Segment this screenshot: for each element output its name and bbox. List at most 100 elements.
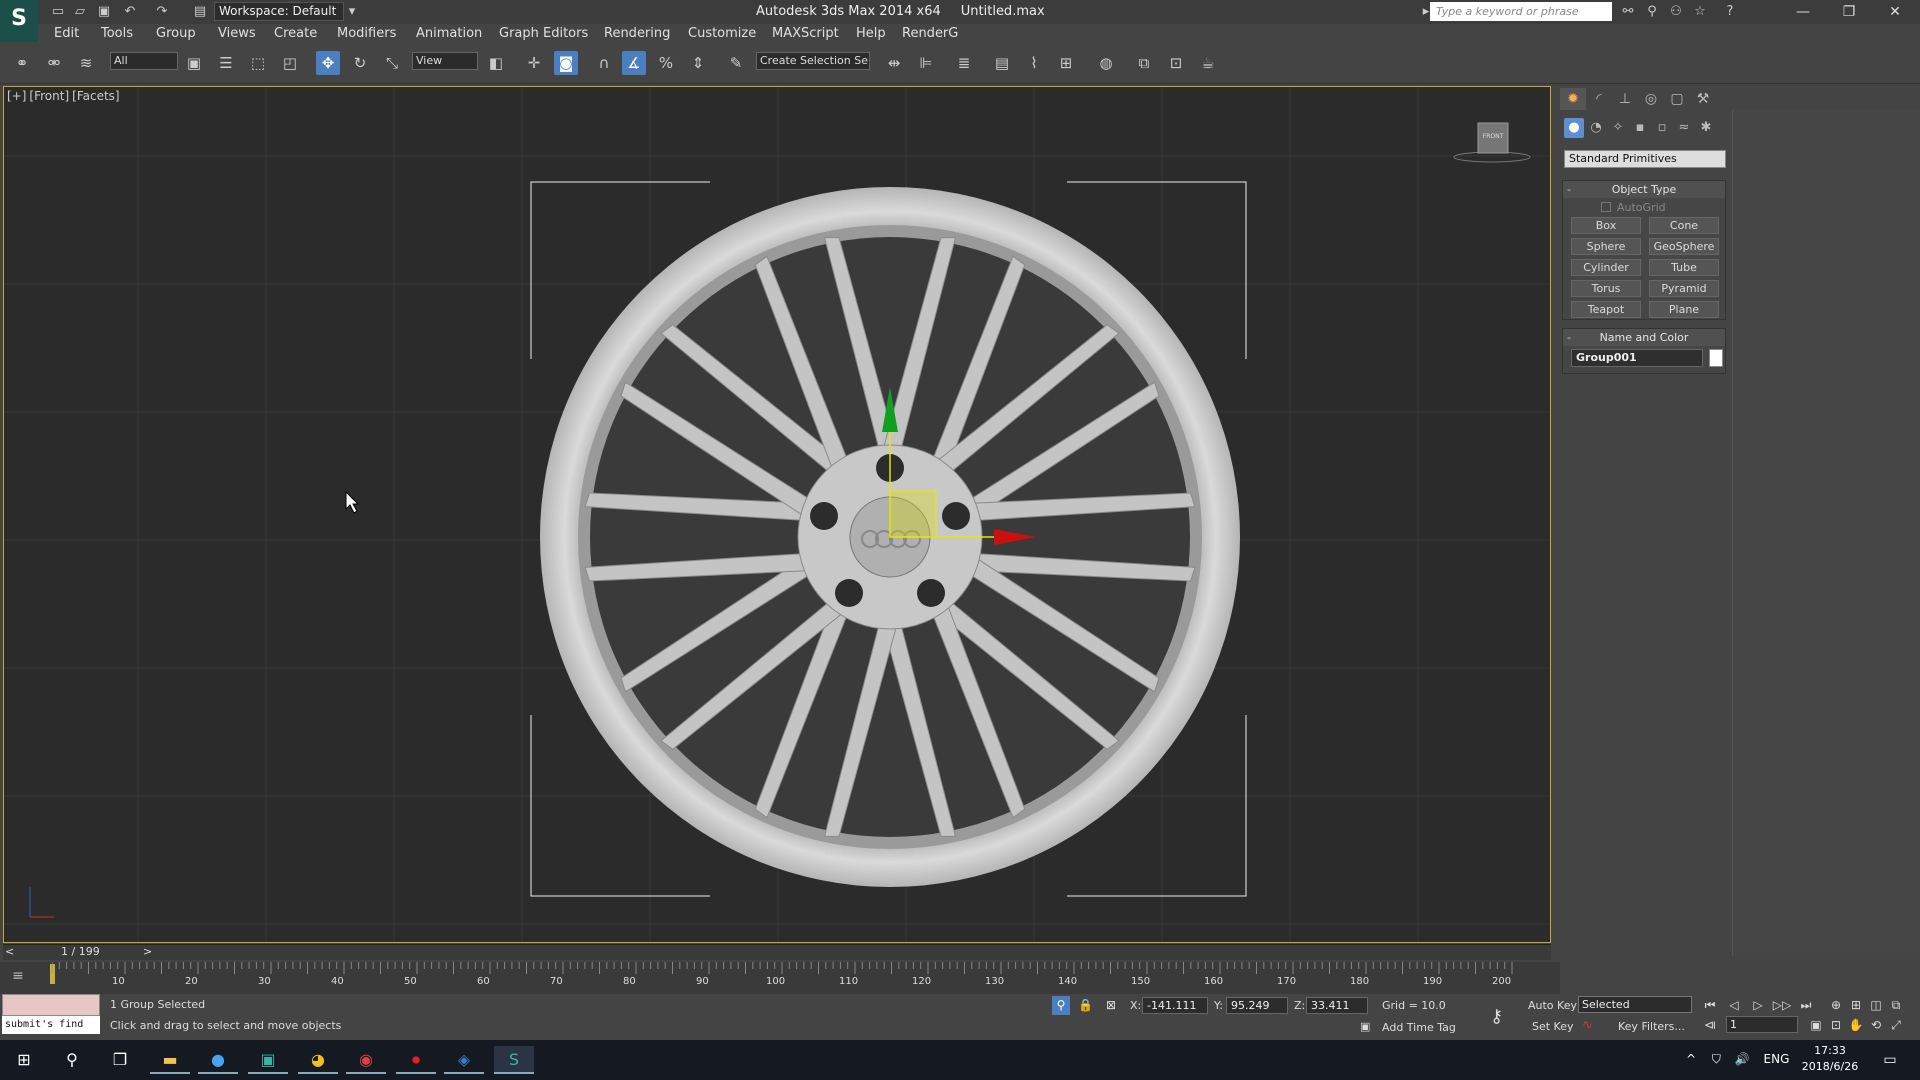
3ds-max-taskbar-icon[interactable]: S	[494, 1046, 534, 1074]
graphite-ribbon-icon[interactable]: ▤	[990, 51, 1014, 75]
time-slider-next[interactable]: >	[143, 945, 152, 958]
show-hidden-icons[interactable]: ^	[1686, 1052, 1696, 1066]
key-mode-toggle-icon[interactable]: ⧏	[1700, 1016, 1720, 1034]
manipulate-icon[interactable]: ✛	[522, 51, 546, 75]
file-explorer-icon[interactable]: ▬	[150, 1046, 190, 1074]
media-app-icon[interactable]: ◈	[444, 1046, 484, 1074]
workspace-dropdown[interactable]: Workspace: Default	[214, 2, 344, 21]
menu-tools[interactable]: Tools	[101, 26, 133, 41]
modify-tab-icon[interactable]: ◜	[1586, 88, 1612, 110]
communication-icon[interactable]: ⚇	[1666, 2, 1686, 22]
zoom-extents-icon[interactable]: ◫	[1866, 996, 1886, 1014]
pivot-center-icon[interactable]: ◧	[484, 51, 508, 75]
cylinder-button[interactable]: Cylinder	[1571, 259, 1641, 276]
selection-filter-dropdown[interactable]: All	[110, 52, 178, 70]
set-keys-icon[interactable]: ⚷	[1490, 1006, 1503, 1027]
menu-group[interactable]: Group	[156, 26, 196, 41]
space-warps-category-icon[interactable]: ≈	[1674, 118, 1694, 138]
named-selection-dropdown[interactable]: Create Selection Se	[756, 52, 870, 70]
zoom-icon[interactable]: ⊕	[1826, 996, 1846, 1014]
render-setup-icon[interactable]: ⧉	[1132, 51, 1156, 75]
menu-views[interactable]: Views	[218, 26, 256, 41]
name-and-color-header[interactable]: - Name and Color	[1563, 329, 1725, 346]
start-menu-icon[interactable]: ⊞	[4, 1046, 44, 1074]
subscription-icon[interactable]: ⚲	[1642, 2, 1662, 22]
sogou-browser-icon[interactable]: ●	[198, 1046, 238, 1074]
maxscript-listener-output[interactable]	[2, 994, 100, 1016]
object-type-header[interactable]: - Object Type	[1563, 181, 1725, 198]
browser-icon[interactable]: ◕	[298, 1046, 338, 1074]
maximize-viewport-icon[interactable]: ⤢	[1886, 1016, 1906, 1034]
new-file-icon[interactable]: ▭	[48, 2, 68, 22]
region-zoom-icon[interactable]: ⊡	[1826, 1016, 1846, 1034]
menu-create[interactable]: Create	[274, 26, 317, 41]
align-icon[interactable]: ⊫	[914, 51, 938, 75]
time-slider-prev[interactable]: <	[5, 945, 14, 958]
screen-recorder-icon[interactable]: ⏺	[396, 1046, 436, 1074]
box-button[interactable]: Box	[1571, 217, 1641, 234]
save-file-icon[interactable]: ▣	[94, 2, 114, 22]
render-production-icon[interactable]: ☕	[1196, 51, 1220, 75]
close-button[interactable]: ✕	[1872, 0, 1918, 24]
go-to-end-icon[interactable]: ⏭	[1796, 996, 1816, 1014]
menu-customize[interactable]: Customize	[688, 26, 756, 41]
isolate-selection-icon[interactable]: ⚲	[1052, 996, 1070, 1015]
key-mode-dropdown[interactable]: Selected	[1578, 996, 1692, 1013]
shield-icon[interactable]: ⛉	[1712, 1052, 1721, 1066]
go-to-start-icon[interactable]: ⏮	[1700, 996, 1720, 1014]
primitive-category-dropdown[interactable]: Standard Primitives	[1564, 150, 1726, 168]
menu-graph-editors[interactable]: Graph Editors	[499, 26, 588, 41]
lights-category-icon[interactable]: ✧	[1608, 118, 1628, 138]
object-name-field[interactable]: Group001	[1571, 349, 1703, 367]
binoculars-icon[interactable]: ⚯	[1618, 2, 1638, 22]
bind-to-space-warp-icon[interactable]: ≋	[74, 51, 98, 75]
window-crossing-icon[interactable]: ◰	[278, 51, 302, 75]
angle-snap-icon[interactable]: ∡	[622, 51, 646, 75]
auto-key-button[interactable]: Auto Key	[1528, 999, 1577, 1012]
unlink-selection-icon[interactable]: ⚮	[42, 51, 66, 75]
menu-rendering[interactable]: Rendering	[604, 26, 670, 41]
object-color-swatch[interactable]	[1709, 349, 1723, 367]
front-viewport[interactable]: [+] [Front] [Facets] FRONT	[3, 86, 1551, 943]
menu-renderg[interactable]: RenderG	[902, 26, 958, 41]
rendered-frame-window-icon[interactable]: ⊡	[1164, 51, 1188, 75]
time-slider-frame-indicator[interactable]: 1 / 199	[61, 945, 100, 958]
restore-button[interactable]: ❐	[1826, 0, 1872, 24]
reference-coordinate-dropdown[interactable]: View	[412, 52, 478, 70]
plane-button[interactable]: Plane	[1649, 301, 1719, 318]
volume-icon[interactable]: 🔊	[1735, 1052, 1750, 1066]
play-icon[interactable]: ▷	[1748, 996, 1768, 1014]
task-view-icon[interactable]: ❐	[100, 1046, 140, 1074]
taskbar-clock[interactable]: 17:33 2018/6/26	[1800, 1043, 1860, 1075]
systems-category-icon[interactable]: ✱	[1696, 118, 1716, 138]
mini-curve-editor-icon[interactable]: ≡	[12, 968, 24, 984]
select-and-link-icon[interactable]: ⚭	[10, 51, 34, 75]
autogrid-checkbox[interactable]: AutoGrid	[1601, 201, 1666, 214]
shapes-category-icon[interactable]: ◔	[1586, 118, 1606, 138]
select-and-move-icon[interactable]: ✥	[316, 51, 340, 75]
collapse-icon[interactable]: -	[1567, 329, 1571, 346]
orbit-icon[interactable]: ⟲	[1866, 1016, 1886, 1034]
cone-button[interactable]: Cone	[1649, 217, 1719, 234]
lock-selection-icon[interactable]: 🔒	[1078, 998, 1093, 1012]
geometry-category-icon[interactable]: ●	[1564, 118, 1584, 138]
edit-named-selection-icon[interactable]: ✎	[724, 51, 748, 75]
search-icon[interactable]: ⚲	[52, 1046, 92, 1074]
minimize-button[interactable]: —	[1780, 0, 1826, 24]
add-time-tag-button[interactable]: Add Time Tag	[1382, 1021, 1456, 1034]
menu-modifiers[interactable]: Modifiers	[337, 26, 396, 41]
previous-frame-icon[interactable]: ◁	[1724, 996, 1744, 1014]
layer-manager-icon[interactable]: ≣	[952, 51, 976, 75]
select-by-name-icon[interactable]: ☰	[214, 51, 238, 75]
display-tab-icon[interactable]: ▢	[1664, 88, 1690, 110]
zoom-extents-all-icon[interactable]: ⧉	[1886, 996, 1906, 1014]
netease-music-icon[interactable]: ◉	[346, 1046, 386, 1074]
rectangular-selection-icon[interactable]: ⬚	[246, 51, 270, 75]
collapse-icon[interactable]: -	[1567, 181, 1571, 198]
geosphere-button[interactable]: GeoSphere	[1649, 238, 1719, 255]
favorites-star-icon[interactable]: ☆	[1690, 2, 1710, 22]
teapot-button[interactable]: Teapot	[1571, 301, 1641, 318]
app-logo-button[interactable]: S	[0, 0, 38, 42]
zoom-all-icon[interactable]: ⊞	[1846, 996, 1866, 1014]
menu-edit[interactable]: Edit	[54, 26, 79, 41]
